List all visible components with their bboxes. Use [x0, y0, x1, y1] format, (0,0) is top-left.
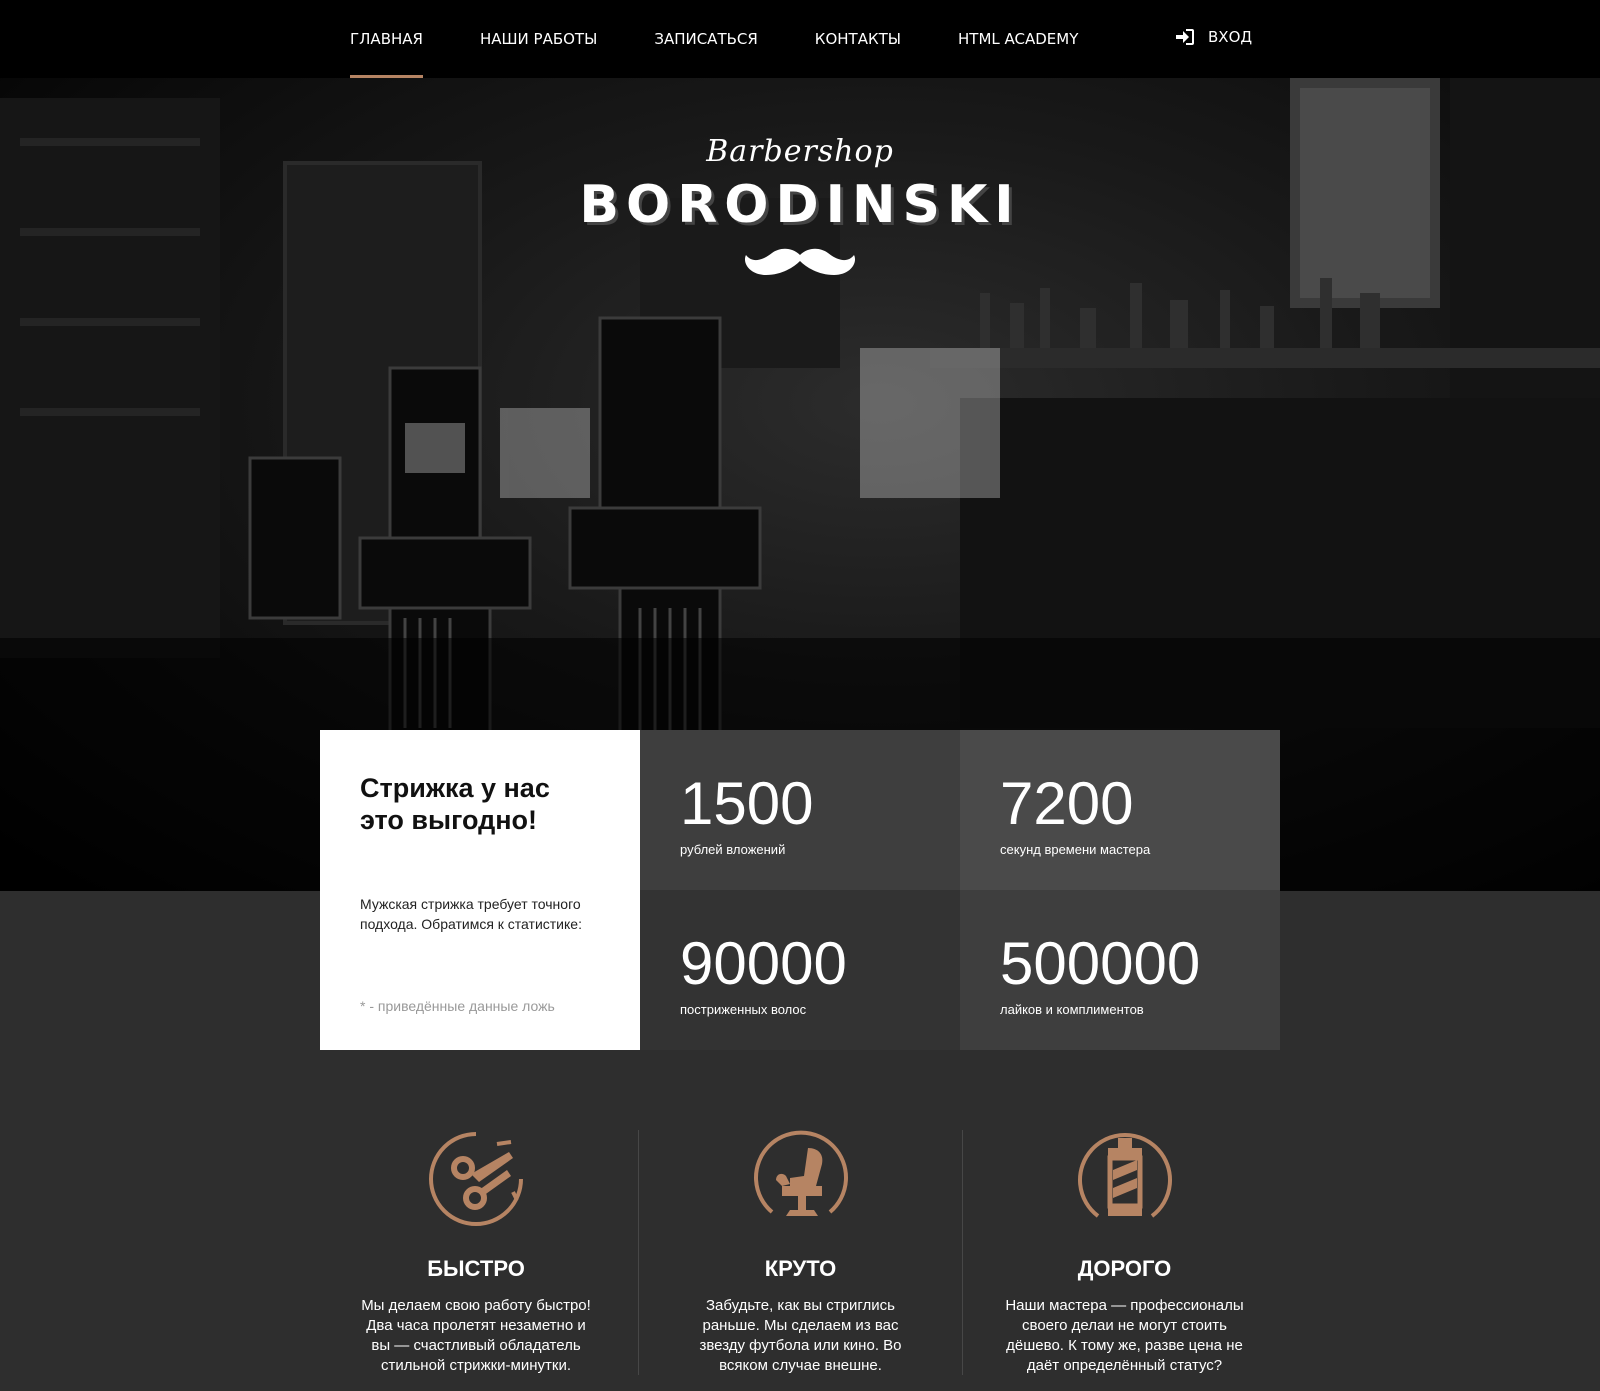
stats-description: Мужская стрижка требует точного подхода.… [360, 896, 582, 932]
stat-label: лайков и комплиментов [1000, 1002, 1144, 1017]
stats-title: Стрижка у нас это выгодно! [360, 773, 550, 835]
stat-label: рублей вложений [680, 842, 786, 857]
site-header: ГЛАВНАЯ НАШИ РАБОТЫ ЗАПИСАТЬСЯ КОНТАКТЫ … [0, 0, 1600, 78]
scissors-icon [429, 1132, 523, 1226]
logo-script-text: Barbershop [706, 134, 894, 169]
feature-fast: БЫСТРО Мы делаем свою работу быстро! Два… [314, 1130, 638, 1375]
logo-name: BORODINSKI [579, 175, 1021, 235]
sign-in-icon [1176, 29, 1194, 45]
barber-chair-icon [753, 1130, 848, 1216]
stats-section: Стрижка у нас это выгодно! Мужская стриж… [320, 730, 1280, 1050]
features-section: БЫСТРО Мы делаем свою работу быстро! Два… [314, 1130, 1286, 1375]
stat-card: 1500 рублей вложений [640, 730, 960, 890]
stat-value: 1500 [680, 770, 814, 837]
feature-text: Забудьте, как вы стриглись раньше. Мы сд… [699, 1297, 902, 1374]
stat-value: 500000 [1000, 930, 1201, 997]
stats-intro: Стрижка у нас это выгодно! Мужская стриж… [320, 730, 640, 1050]
feature-text: Наши мастера — профессионалы своего дела… [1005, 1297, 1244, 1374]
feature-cool: КРУТО Забудьте, как вы стриглись раньше.… [638, 1130, 962, 1375]
nav-item-booking[interactable]: ЗАПИСАТЬСЯ [654, 0, 757, 78]
nav-item-html-academy[interactable]: HTML ACADEMY [958, 0, 1078, 78]
nav-item-contacts[interactable]: КОНТАКТЫ [815, 0, 901, 78]
logo-main: BORODINSKI [552, 175, 1048, 235]
nav-item-home[interactable]: ГЛАВНАЯ [350, 0, 423, 78]
stat-label: секунд времени мастера [1000, 842, 1151, 857]
nav-item-works[interactable]: НАШИ РАБОТЫ [480, 0, 597, 78]
brand-logo[interactable]: Barbershop BORODINSKI [552, 134, 1048, 283]
feature-title: ДОРОГО [1077, 1256, 1172, 1281]
stats-note: * - приведённые данные ложь [360, 998, 555, 1014]
feature-expensive: ДОРОГО Наши мастера — профессионалы свое… [962, 1130, 1286, 1375]
stat-value: 7200 [1000, 770, 1134, 837]
mustache-icon [744, 248, 856, 275]
stat-card: 500000 лайков и комплиментов [960, 890, 1280, 1050]
stat-value: 90000 [680, 930, 847, 997]
feature-title: КРУТО [764, 1256, 837, 1281]
feature-text: Мы делаем свою работу быстро! Два часа п… [361, 1297, 591, 1374]
barber-pole-icon [1077, 1133, 1172, 1218]
feature-title: БЫСТРО [427, 1256, 525, 1281]
stat-label: постриженных волос [680, 1002, 807, 1017]
main-nav: ГЛАВНАЯ НАШИ РАБОТЫ ЗАПИСАТЬСЯ КОНТАКТЫ … [350, 0, 1135, 78]
login-label: ВХОД [1208, 28, 1253, 46]
stat-card: 90000 постриженных волос [640, 890, 960, 1050]
stat-card: 7200 секунд времени мастера [960, 730, 1280, 890]
login-link[interactable]: ВХОД [1176, 28, 1252, 46]
